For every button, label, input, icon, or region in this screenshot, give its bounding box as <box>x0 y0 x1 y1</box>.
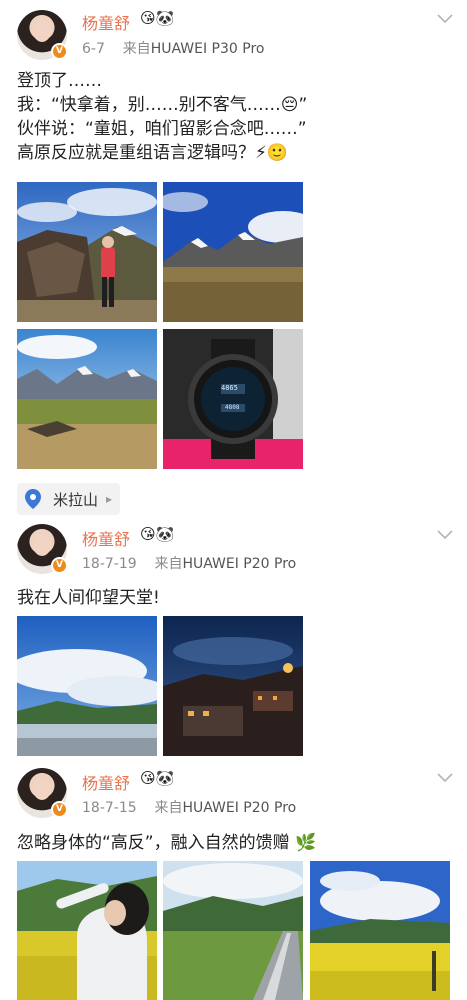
photo-smartwatch[interactable]: 4865 4808 <box>163 329 303 469</box>
post-3: V 杨童舒 😘🐼 18-7-15 来自HUAWEI P20 Pro 忽略身体的“… <box>0 765 467 1000</box>
photo-yellow-field[interactable] <box>310 861 450 1000</box>
watch-reading-main: 4865 <box>221 384 238 392</box>
photo-rock-mountain[interactable] <box>17 182 157 322</box>
location-tag[interactable]: 米拉山 ▸ <box>17 483 121 515</box>
location-label: 米拉山 <box>53 490 99 509</box>
watch-reading-sub: 4808 <box>225 404 240 411</box>
post-text-line: 忽略身体的“高反”，融入自然的馈赠 🌿 <box>17 833 317 853</box>
location-pin-icon <box>25 489 41 509</box>
author-name[interactable]: 杨童舒 <box>82 770 130 794</box>
post-date: 18-7-15 <box>82 800 137 816</box>
post-1: V 杨童舒 😘🐼 6-7 来自HUAWEI P30 Pro 登顶了…… 我：“快… <box>0 0 467 520</box>
post-meta: 6-7 来自HUAWEI P30 Pro <box>82 38 264 58</box>
post-text: 我在人间仰望天堂! <box>17 586 160 610</box>
source-prefix: 来自 <box>122 41 151 57</box>
photo-valley[interactable] <box>17 329 157 469</box>
chevron-down-icon[interactable] <box>437 773 453 783</box>
post-text: 忽略身体的“高反”，融入自然的馈赠 🌿 <box>17 831 316 855</box>
chevron-down-icon[interactable] <box>437 14 453 24</box>
post-meta: 18-7-19 来自HUAWEI P20 Pro <box>82 553 296 573</box>
name-emoji-icons: 😘🐼 <box>140 9 175 27</box>
source-prefix: 来自 <box>154 800 183 816</box>
name-emoji-icons: 😘🐼 <box>140 769 175 787</box>
post-date: 6-7 <box>82 41 105 57</box>
device-name[interactable]: HUAWEI P20 Pro <box>182 800 296 816</box>
photo-road-hills[interactable] <box>163 861 303 1000</box>
post-text-line: 我：“快拿着，别……别不客气……😔” <box>17 95 308 115</box>
author-name[interactable]: 杨童舒 <box>82 526 130 550</box>
post-meta: 18-7-15 来自HUAWEI P20 Pro <box>82 797 296 817</box>
verified-badge-icon: V <box>51 43 68 60</box>
photo-snow-peaks[interactable] <box>163 182 303 322</box>
post-date: 18-7-19 <box>82 556 137 572</box>
device-name[interactable]: HUAWEI P20 Pro <box>182 556 296 572</box>
photo-woman-flowers[interactable] <box>17 861 157 1000</box>
chevron-right-icon: ▸ <box>106 492 113 506</box>
chevron-down-icon[interactable] <box>437 530 453 540</box>
photo-night-village[interactable] <box>163 616 303 756</box>
verified-badge-icon: V <box>51 557 68 574</box>
post-text-line: 我在人间仰望天堂! <box>17 588 160 608</box>
verified-badge-icon: V <box>51 801 68 818</box>
device-name[interactable]: HUAWEI P30 Pro <box>151 41 265 57</box>
post-text-line: 伙伴说：“童姐，咱们留影合念吧……” <box>17 119 307 139</box>
photo-blue-sky-river[interactable] <box>17 616 157 756</box>
post-text-line: 登顶了…… <box>17 71 102 91</box>
source-prefix: 来自 <box>154 556 183 572</box>
post-text-line: 高原反应就是重组语言逻辑吗？⚡🙂 <box>17 143 289 163</box>
post-text: 登顶了…… 我：“快拿着，别……别不客气……😔” 伙伴说：“童姐，咱们留影合念吧… <box>17 69 307 165</box>
post-2: V 杨童舒 😘🐼 18-7-19 来自HUAWEI P20 Pro 我在人间仰望… <box>0 520 467 765</box>
name-emoji-icons: 😘🐼 <box>140 525 175 543</box>
author-name[interactable]: 杨童舒 <box>82 10 130 34</box>
